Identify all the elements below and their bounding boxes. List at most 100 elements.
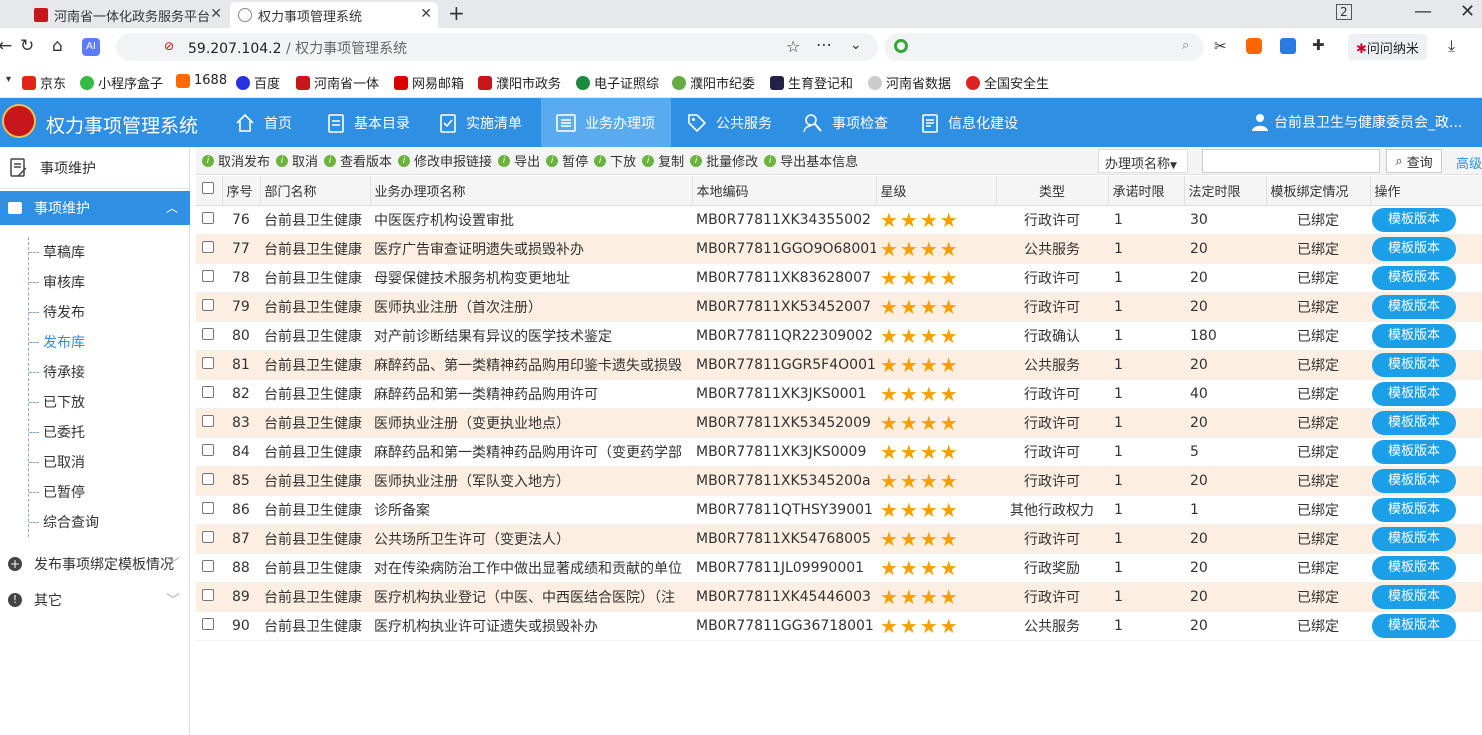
- nav-public-service[interactable]: 公共服务: [672, 98, 786, 147]
- game-icon[interactable]: [1246, 38, 1262, 54]
- row-checkbox[interactable]: [202, 501, 214, 514]
- bookmark-arrow-icon[interactable]: ▾: [6, 74, 11, 85]
- template-version-button[interactable]: 模板版本: [1372, 613, 1456, 638]
- bookmark-puyang-gov[interactable]: 濮阳市政务: [478, 73, 561, 92]
- col-header-promise-limit[interactable]: 承诺时限: [1108, 176, 1185, 206]
- col-header-type[interactable]: 类型: [996, 176, 1109, 206]
- row-checkbox[interactable]: [202, 617, 214, 630]
- new-tab-icon[interactable]: +: [448, 1, 465, 25]
- pause-button[interactable]: i 暂停: [546, 151, 588, 170]
- extensions-icon[interactable]: ✚: [1312, 36, 1325, 54]
- browser-tab-active[interactable]: 权力事项管理系统 ✕: [230, 2, 438, 28]
- more-icon[interactable]: ⋯: [816, 35, 832, 54]
- sidebar-header[interactable]: 事项维护: [0, 147, 189, 189]
- search-input[interactable]: [1202, 149, 1380, 173]
- row-name-cell[interactable]: 医师执业注册（首次注册）: [370, 292, 692, 322]
- chevron-down-icon[interactable]: ⌄: [850, 37, 862, 53]
- template-version-button[interactable]: 模板版本: [1372, 555, 1456, 580]
- table-row[interactable]: 82 台前县卫生健康 麻醉药品和第一类精神药品购用许可 MB0R77811XK3JKS…: [196, 379, 1482, 409]
- template-version-button[interactable]: 模板版本: [1372, 468, 1456, 493]
- table-row[interactable]: 81 台前县卫生健康 麻醉药品、第一类精神药品购用印鉴卡遗失或损毁 MB0R77811…: [196, 350, 1482, 380]
- template-version-button[interactable]: 模板版本: [1372, 439, 1456, 464]
- back-icon[interactable]: ←: [0, 36, 12, 56]
- table-row[interactable]: 80 台前县卫生健康 对产前诊断结果有异议的医学技术鉴定 MB0R77811QR223…: [196, 321, 1482, 351]
- sidebar-item-cancelled[interactable]: 已取消: [29, 447, 99, 477]
- row-checkbox[interactable]: [202, 559, 214, 572]
- row-checkbox[interactable]: [202, 240, 214, 253]
- copy-button[interactable]: i 复制: [642, 151, 684, 170]
- row-name-cell[interactable]: 母婴保健技术服务机构变更地址: [370, 263, 692, 293]
- advanced-search-link[interactable]: 高级: [1456, 153, 1482, 172]
- sidebar-item-pending-publish[interactable]: 待发布: [29, 297, 99, 327]
- search-field-select[interactable]: 办理项名称▼: [1098, 149, 1188, 173]
- tab-count-icon[interactable]: 2: [1336, 4, 1352, 20]
- scissors-icon[interactable]: ✂: [1214, 37, 1227, 55]
- sidebar-item-pending-accept[interactable]: 待承接: [29, 357, 99, 387]
- sidebar-group-active[interactable]: 事项维护 ︿: [0, 191, 190, 225]
- row-name-cell[interactable]: 医疗机构执业登记（中医、中西医结合医院）（注: [370, 582, 692, 612]
- table-row[interactable]: 88 台前县卫生健康 对在传染病防治工作中做出显著成绩和贡献的单位 MB0R77811…: [196, 553, 1482, 583]
- col-header-no[interactable]: 序号: [222, 176, 261, 206]
- sidebar-item-overall-query[interactable]: 综合查询: [29, 507, 99, 537]
- row-checkbox[interactable]: [202, 327, 214, 340]
- home-icon[interactable]: ⌂: [52, 36, 63, 56]
- bookmark-birth-reg[interactable]: 生育登记和: [770, 73, 853, 92]
- row-name-cell[interactable]: 公共场所卫生许可（变更法人）: [370, 524, 692, 554]
- chevron-up-icon[interactable]: ︿: [166, 199, 178, 216]
- row-name-cell[interactable]: 麻醉药品、第一类精神药品购用印鉴卡遗失或损毁: [370, 350, 692, 380]
- row-name-cell[interactable]: 医疗广告审查证明遗失或损毁补办: [370, 234, 692, 264]
- ai-icon[interactable]: AI: [82, 38, 100, 56]
- table-row[interactable]: 86 台前县卫生健康 诊所备案 MB0R77811QTHSY39001 ★★★★ 其他行政…: [196, 495, 1482, 525]
- select-all-checkbox[interactable]: [202, 182, 214, 195]
- col-header-template-binding[interactable]: 模板绑定情况: [1266, 176, 1371, 206]
- search-icon[interactable]: ⌕: [1182, 38, 1189, 53]
- template-version-button[interactable]: 模板版本: [1372, 410, 1456, 435]
- row-checkbox[interactable]: [202, 443, 214, 456]
- cancel-publish-button[interactable]: i 取消发布: [202, 151, 270, 170]
- row-name-cell[interactable]: 诊所备案: [370, 495, 692, 525]
- bookmark-baidu[interactable]: 百度: [236, 73, 280, 92]
- export-basic-info-button[interactable]: i 导出基本信息: [764, 151, 858, 170]
- table-row[interactable]: 76 台前县卫生健康 中医医疗机构设置审批 MB0R77811XK34355002 ★★…: [196, 205, 1482, 235]
- sidebar-item-draft[interactable]: 草稿库: [29, 237, 99, 267]
- table-row[interactable]: 85 台前县卫生健康 医师执业注册（军队变入地方） MB0R77811XK534520…: [196, 466, 1482, 496]
- bookmark-mini-program[interactable]: 小程序盒子: [80, 73, 163, 92]
- row-checkbox[interactable]: [202, 385, 214, 398]
- view-version-button[interactable]: i 查看版本: [324, 151, 392, 170]
- translate-icon[interactable]: [1280, 38, 1296, 54]
- export-button[interactable]: i 导出: [498, 151, 540, 170]
- col-header-stars[interactable]: 星级: [876, 176, 997, 206]
- nav-item-check[interactable]: 事项检查: [788, 98, 904, 147]
- bookmark-1688[interactable]: 1688: [176, 73, 227, 88]
- browser-tab[interactable]: 河南省一体化政务服务平台 ✕: [26, 2, 228, 28]
- delegate-down-button[interactable]: i 下放: [594, 151, 636, 170]
- close-window-icon[interactable]: ✕: [1460, 1, 1475, 22]
- row-name-cell[interactable]: 麻醉药品和第一类精神药品购用许可: [370, 379, 692, 409]
- minimize-icon[interactable]: —: [1414, 1, 1432, 22]
- sidebar-item-review[interactable]: 审核库: [29, 267, 99, 297]
- bookmark-safety[interactable]: 全国安全生: [966, 73, 1049, 92]
- bookmark-163-mail[interactable]: 网易邮箱: [394, 73, 464, 92]
- query-button[interactable]: ⌕ 查询: [1386, 149, 1442, 173]
- row-checkbox[interactable]: [202, 298, 214, 311]
- row-name-cell[interactable]: 医师执业注册（军队变入地方）: [370, 466, 692, 496]
- row-checkbox[interactable]: [202, 269, 214, 282]
- bookmark-henan-data[interactable]: 河南省数据: [868, 73, 951, 92]
- table-row[interactable]: 77 台前县卫生健康 医疗广告审查证明遗失或损毁补办 MB0R77811GGO9O68…: [196, 234, 1482, 264]
- row-checkbox[interactable]: [202, 530, 214, 543]
- row-checkbox[interactable]: [202, 414, 214, 427]
- row-name-cell[interactable]: 麻醉药品和第一类精神药品购用许可（变更药学部: [370, 437, 692, 467]
- bookmark-e-license[interactable]: 电子证照综: [576, 73, 659, 92]
- bookmark-jd[interactable]: 京东: [22, 73, 66, 92]
- nav-it-construction[interactable]: 信息化建设: [906, 98, 1036, 147]
- row-name-cell[interactable]: 中医医疗机构设置审批: [370, 205, 692, 235]
- row-name-cell[interactable]: 医疗机构执业许可证遗失或损毁补办: [370, 611, 692, 641]
- sidebar-item-delegated-down[interactable]: 已下放: [29, 387, 99, 417]
- url-field[interactable]: ⊘ 59.207.104.2 / 权力事项管理系统 ☆ ⋯ ⌄: [116, 33, 878, 61]
- sidebar-item-entrusted[interactable]: 已委托: [29, 417, 99, 447]
- nav-home[interactable]: 首页: [220, 98, 310, 147]
- template-version-button[interactable]: 模板版本: [1372, 497, 1456, 522]
- template-version-button[interactable]: 模板版本: [1372, 323, 1456, 348]
- chevron-down-icon[interactable]: ﹀: [166, 590, 180, 610]
- browser-search-field[interactable]: ⌕: [884, 33, 1204, 61]
